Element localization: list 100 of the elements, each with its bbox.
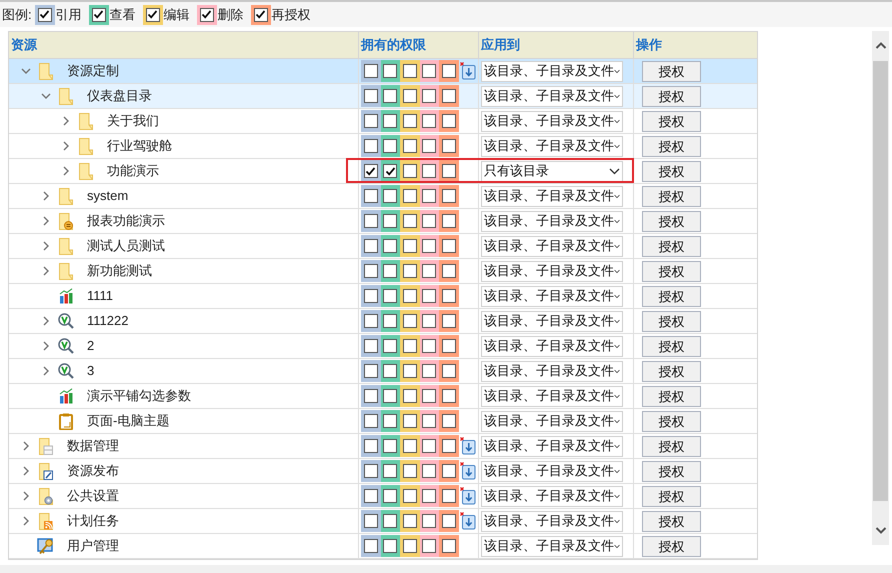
- table-row[interactable]: 演示平铺勾选参数 该目录、子目录及文件 授权: [9, 384, 757, 409]
- collapse-caret-icon[interactable]: [21, 66, 31, 76]
- scope-select[interactable]: 该目录、子目录及文件: [481, 60, 623, 82]
- grant-button[interactable]: 授权: [642, 336, 701, 356]
- permission-checkbox[interactable]: [422, 139, 436, 153]
- grant-button[interactable]: 授权: [642, 110, 701, 132]
- grant-button[interactable]: 授权: [642, 136, 701, 156]
- permission-checkbox[interactable]: [364, 389, 378, 403]
- permission-checkbox[interactable]: [442, 489, 456, 503]
- permission-checkbox[interactable]: [383, 364, 398, 378]
- permission-checkbox[interactable]: [364, 514, 378, 528]
- permission-checkbox[interactable]: [442, 464, 456, 478]
- grant-button[interactable]: 授权: [642, 286, 701, 306]
- permission-checkbox[interactable]: [422, 114, 436, 128]
- permission-checkbox[interactable]: [383, 239, 398, 253]
- permission-checkbox[interactable]: [442, 164, 456, 178]
- permission-checkbox[interactable]: [364, 439, 378, 453]
- permission-checkbox[interactable]: [402, 239, 417, 253]
- grant-button[interactable]: 授权: [642, 260, 701, 282]
- table-row[interactable]: 计划任务 该目录、子目录及文件 授权: [9, 509, 757, 534]
- grant-button[interactable]: 授权: [642, 510, 701, 532]
- permission-checkbox[interactable]: [402, 189, 417, 203]
- table-row[interactable]: system 该目录、子目录及文件 授权: [9, 184, 757, 209]
- permission-checkbox[interactable]: [402, 89, 417, 103]
- scope-select[interactable]: 该目录、子目录及文件: [481, 486, 623, 506]
- table-row[interactable]: 用户管理 该目录、子目录及文件 授权: [9, 534, 757, 559]
- grant-button[interactable]: 授权: [642, 436, 701, 456]
- permission-checkbox[interactable]: [422, 64, 436, 78]
- permission-checkbox[interactable]: [383, 489, 398, 503]
- grant-button[interactable]: 授权: [642, 410, 701, 432]
- scope-select[interactable]: 该目录、子目录及文件: [481, 386, 623, 406]
- expand-caret-icon[interactable]: [21, 466, 31, 476]
- permission-checkbox[interactable]: [383, 389, 398, 403]
- grant-button[interactable]: 授权: [642, 210, 701, 232]
- permission-checkbox[interactable]: [364, 264, 378, 278]
- table-row[interactable]: 数据管理 该目录、子目录及文件 授权: [9, 434, 757, 459]
- expand-caret-icon[interactable]: [41, 266, 51, 276]
- expand-caret-icon[interactable]: [41, 316, 51, 326]
- grant-button[interactable]: 授权: [642, 60, 701, 82]
- permission-checkbox[interactable]: [422, 239, 436, 253]
- permission-checkbox[interactable]: [422, 414, 436, 428]
- permission-checkbox[interactable]: [402, 314, 417, 328]
- permission-checkbox[interactable]: [422, 464, 436, 478]
- permission-checkbox[interactable]: [442, 114, 456, 128]
- scope-select[interactable]: 该目录、子目录及文件: [481, 286, 623, 306]
- expand-caret-icon[interactable]: [21, 516, 31, 526]
- permission-checkbox[interactable]: [364, 239, 378, 253]
- permission-checkbox[interactable]: [402, 414, 417, 428]
- grant-button[interactable]: 授权: [642, 460, 701, 482]
- permission-checkbox[interactable]: [383, 139, 398, 153]
- expand-caret-icon[interactable]: [41, 191, 51, 201]
- permission-checkbox[interactable]: [402, 289, 417, 303]
- expand-caret-icon[interactable]: [61, 166, 71, 176]
- scope-select[interactable]: 该目录、子目录及文件: [481, 86, 623, 106]
- grant-button[interactable]: 授权: [642, 486, 701, 506]
- permission-checkbox[interactable]: [402, 139, 417, 153]
- scope-select[interactable]: 该目录、子目录及文件: [481, 336, 623, 356]
- scope-select[interactable]: 该目录、子目录及文件: [481, 110, 623, 132]
- permission-checkbox[interactable]: [364, 89, 378, 103]
- permission-checkbox[interactable]: [422, 539, 436, 553]
- permission-checkbox[interactable]: [402, 489, 417, 503]
- permission-checkbox[interactable]: [364, 189, 378, 203]
- table-row[interactable]: 行业驾驶舱 该目录、子目录及文件 授权: [9, 134, 757, 159]
- permission-checkbox[interactable]: [402, 439, 417, 453]
- expand-caret-icon[interactable]: [21, 491, 31, 501]
- table-row[interactable]: 报表功能演示 该目录、子目录及文件 授权: [9, 209, 757, 234]
- permission-checkbox[interactable]: [364, 339, 378, 353]
- table-row[interactable]: 仪表盘目录 该目录、子目录及文件 授权: [9, 84, 757, 109]
- scope-select[interactable]: 该目录、子目录及文件: [481, 186, 623, 206]
- scope-select[interactable]: 该目录、子目录及文件: [481, 136, 623, 156]
- table-row[interactable]: 资源定制 该目录、子目录及文件 授权: [9, 59, 757, 84]
- scope-select[interactable]: 该目录、子目录及文件: [481, 260, 623, 282]
- scrollbar[interactable]: [872, 31, 889, 545]
- permission-checkbox[interactable]: [442, 539, 456, 553]
- permission-checkbox[interactable]: [442, 189, 456, 203]
- scope-select[interactable]: 该目录、子目录及文件: [481, 536, 623, 556]
- scroll-thumb[interactable]: [873, 61, 888, 501]
- permission-checkbox[interactable]: [364, 489, 378, 503]
- permission-checkbox[interactable]: [364, 214, 378, 228]
- permission-checkbox[interactable]: [402, 264, 417, 278]
- permission-checkbox[interactable]: [383, 289, 398, 303]
- grant-button[interactable]: 授权: [642, 536, 701, 556]
- permission-checkbox[interactable]: [442, 289, 456, 303]
- permission-checkbox[interactable]: [442, 239, 456, 253]
- permission-checkbox[interactable]: [383, 89, 398, 103]
- permission-checkbox[interactable]: [442, 339, 456, 353]
- expand-caret-icon[interactable]: [41, 216, 51, 226]
- scope-select[interactable]: 该目录、子目录及文件: [481, 210, 623, 232]
- table-row[interactable]: 3 该目录、子目录及文件 授权: [9, 359, 757, 384]
- permission-checkbox[interactable]: [402, 339, 417, 353]
- permission-checkbox[interactable]: [422, 289, 436, 303]
- permission-checkbox[interactable]: [442, 89, 456, 103]
- grant-button[interactable]: 授权: [642, 386, 701, 406]
- expand-caret-icon[interactable]: [41, 366, 51, 376]
- permission-checkbox[interactable]: [402, 114, 417, 128]
- table-row[interactable]: 新功能测试 该目录、子目录及文件 授权: [9, 259, 757, 284]
- permission-checkbox[interactable]: [442, 139, 456, 153]
- table-row[interactable]: 2 该目录、子目录及文件 授权: [9, 334, 757, 359]
- table-row[interactable]: 111222 该目录、子目录及文件 授权: [9, 309, 757, 334]
- permission-checkbox[interactable]: [422, 164, 436, 178]
